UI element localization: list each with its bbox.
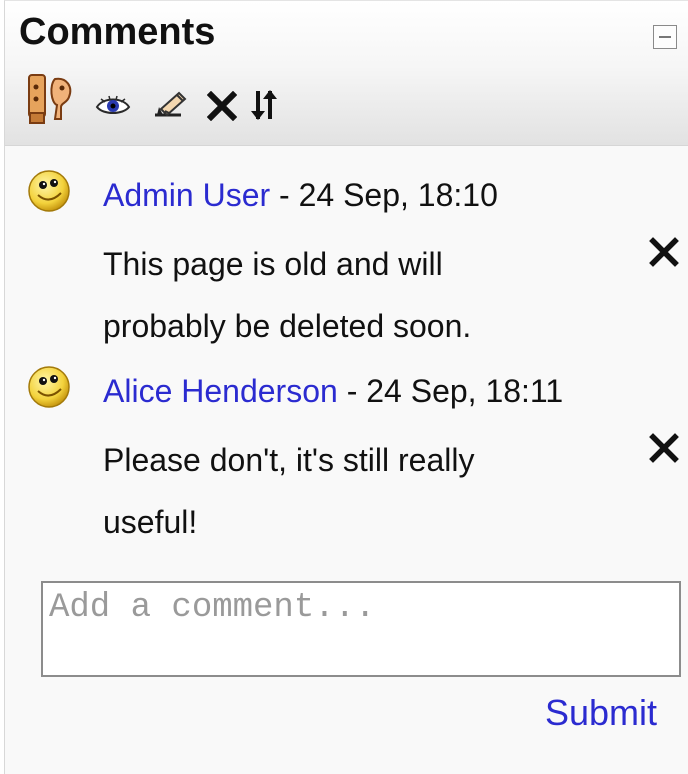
block-title: Comments <box>19 11 216 53</box>
minus-box-icon[interactable] <box>653 25 677 49</box>
edit-icon[interactable] <box>153 89 189 121</box>
delete-icon[interactable] <box>649 433 679 463</box>
comment-timestamp: 24 Sep, 18:10 <box>298 177 498 213</box>
comment-separator: - <box>270 177 299 213</box>
comment-meta: Admin User - 24 Sep, 18:10 <box>103 175 498 215</box>
smiley-avatar-icon <box>27 365 71 409</box>
eye-icon[interactable] <box>95 95 131 117</box>
comment-meta: Alice Henderson - 24 Sep, 18:11 <box>103 371 563 411</box>
sort-icon[interactable] <box>249 87 279 123</box>
submit-link[interactable]: Submit <box>545 691 657 735</box>
smiley-avatar-icon <box>27 169 71 213</box>
comment-timestamp: 24 Sep, 18:11 <box>366 373 564 409</box>
comment-input[interactable] <box>41 581 681 677</box>
comment-separator: - <box>337 373 367 409</box>
comment-text: This page is old and will probably be de… <box>103 246 472 344</box>
block-header: Comments <box>5 1 688 146</box>
comment-text: Please don't, it's still really useful! <box>103 442 475 540</box>
delete-icon[interactable] <box>206 90 238 122</box>
comments-block: Comments Admin User - 24 Sep, 18:10 This… <box>4 0 688 774</box>
comment-author-link[interactable]: Admin User <box>103 177 270 213</box>
users-icon[interactable] <box>27 73 75 127</box>
comment-author-link[interactable]: Alice Henderson <box>103 373 338 409</box>
delete-icon[interactable] <box>649 237 679 267</box>
